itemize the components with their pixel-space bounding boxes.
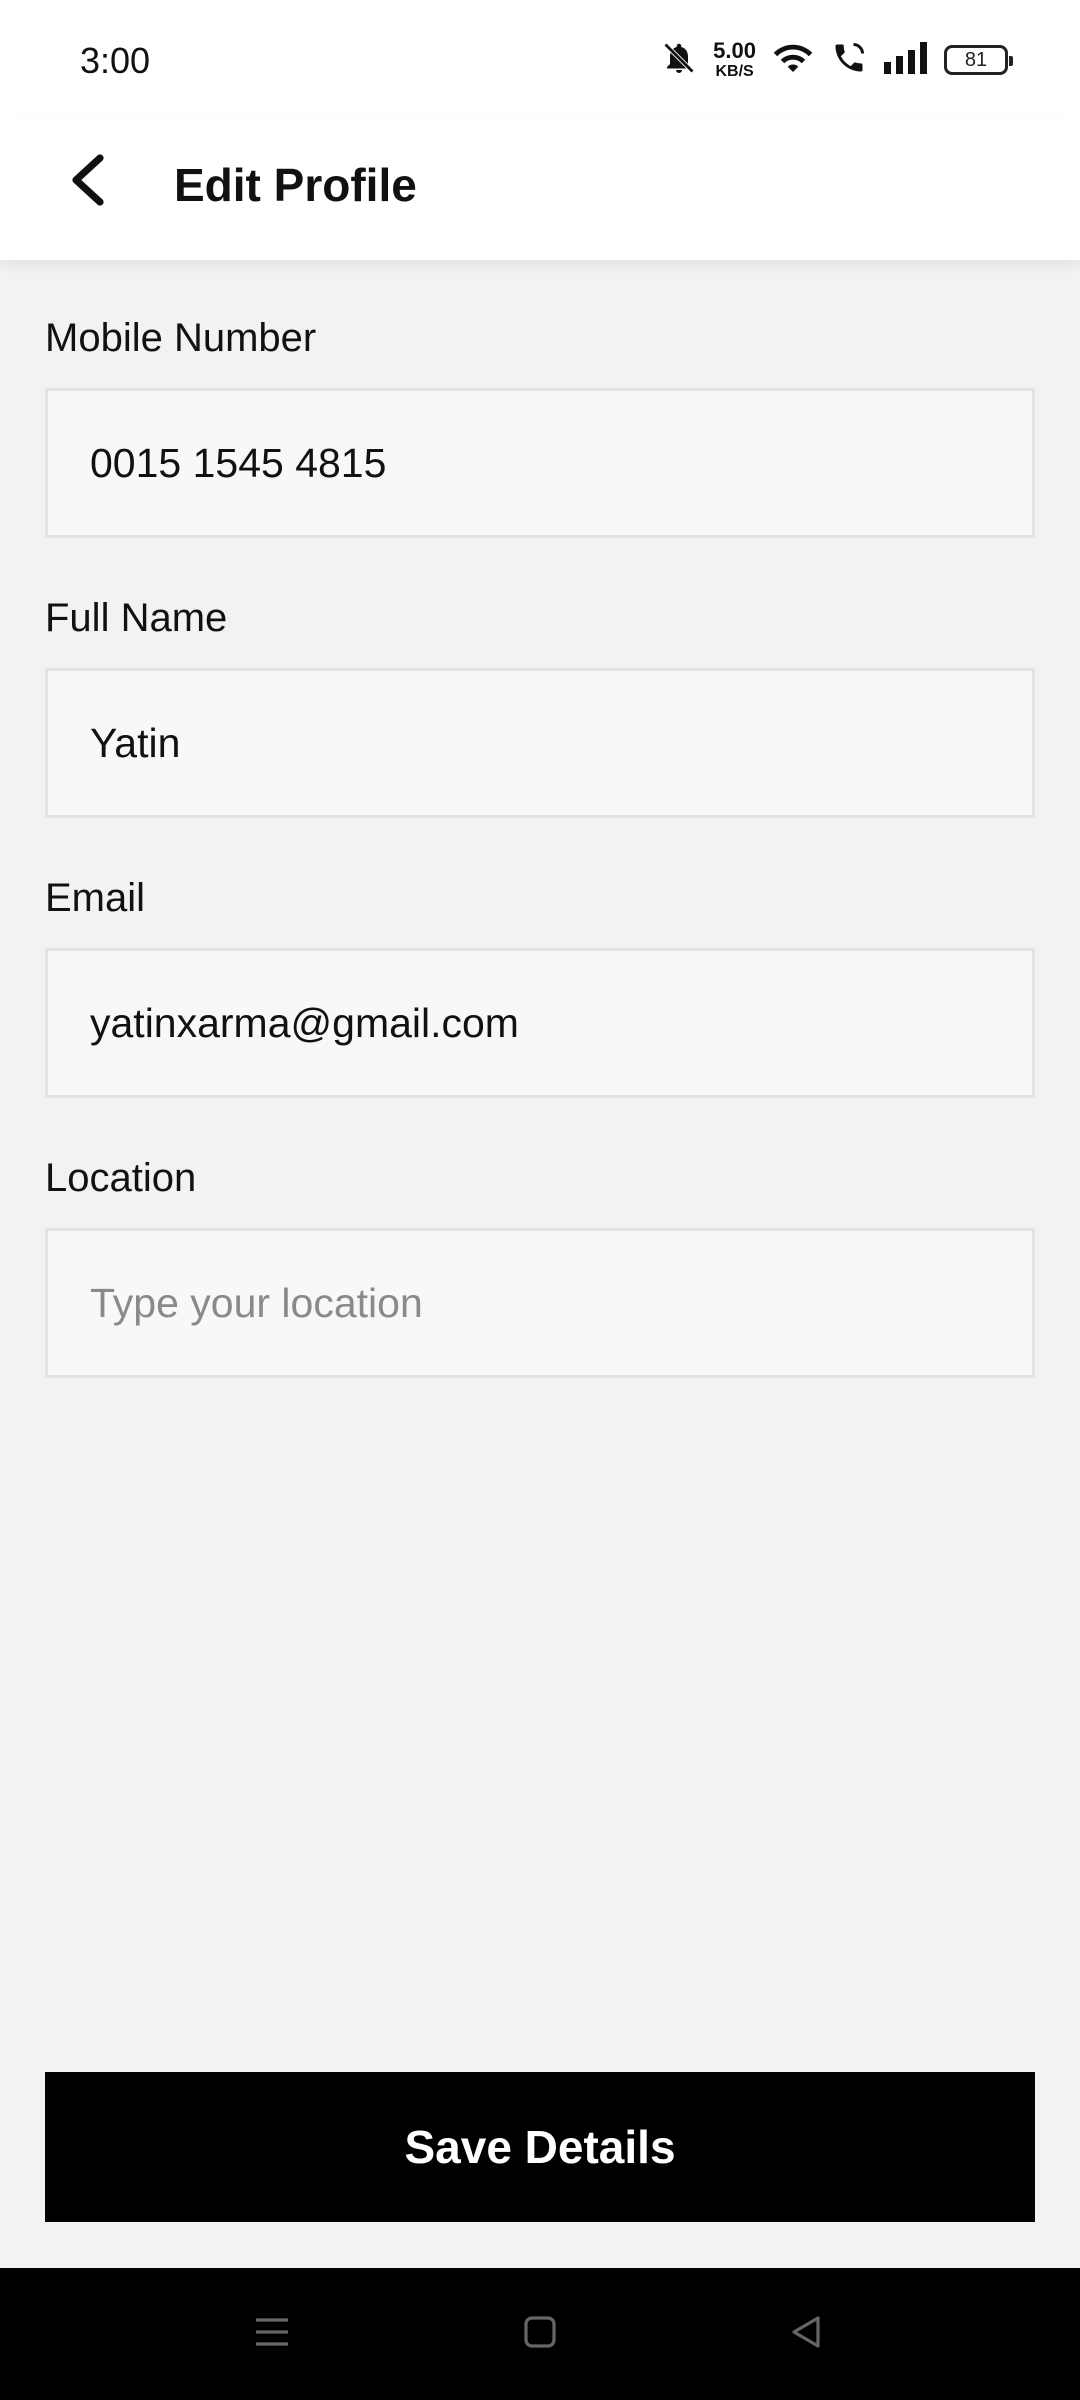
home-button[interactable] bbox=[510, 2308, 570, 2360]
location-field bbox=[45, 1228, 1035, 1378]
status-time: 3:00 bbox=[80, 40, 151, 81]
system-nav-bar bbox=[0, 2268, 1080, 2400]
full-name-group: Full Name bbox=[45, 590, 1035, 818]
network-speed-value: 5.00 bbox=[713, 38, 756, 63]
location-input[interactable] bbox=[90, 1279, 1032, 1327]
full-name-input[interactable] bbox=[90, 719, 1032, 767]
email-input[interactable] bbox=[90, 999, 1032, 1047]
mobile-number-label: Mobile Number bbox=[45, 316, 317, 360]
back-triangle-icon bbox=[786, 2312, 826, 2357]
mobile-number-group: Mobile Number bbox=[45, 310, 1035, 538]
status-icons: 5.00 KB/S 81 bbox=[661, 36, 1013, 84]
wifi-icon bbox=[772, 40, 814, 81]
wifi-call-icon bbox=[830, 40, 868, 81]
location-label: Location bbox=[45, 1156, 197, 1200]
network-speed: 5.00 KB/S bbox=[713, 40, 756, 80]
battery-level: 81 bbox=[964, 48, 988, 71]
bell-muted-icon bbox=[661, 40, 697, 81]
mobile-number-input[interactable] bbox=[90, 439, 1032, 487]
save-details-button[interactable]: Save Details bbox=[45, 2072, 1035, 2222]
email-field bbox=[45, 948, 1035, 1098]
system-back-button[interactable] bbox=[776, 2308, 836, 2360]
status-bar: 3:00 5.00 KB/S 81 bbox=[0, 0, 1080, 120]
network-speed-unit: KB/S bbox=[715, 63, 754, 80]
menu-icon bbox=[252, 2312, 292, 2357]
profile-form: Mobile Number Full Name Email Location bbox=[45, 310, 1035, 1430]
full-name-field bbox=[45, 668, 1035, 818]
full-name-label: Full Name bbox=[45, 596, 228, 640]
page-title: Edit Profile bbox=[174, 159, 417, 211]
mobile-number-field bbox=[45, 388, 1035, 538]
recent-apps-button[interactable] bbox=[242, 2308, 302, 2360]
signal-icon bbox=[884, 41, 928, 79]
email-label: Email bbox=[45, 876, 146, 920]
location-group: Location bbox=[45, 1150, 1035, 1378]
app-bar: Edit Profile bbox=[0, 120, 1080, 260]
email-group: Email bbox=[45, 870, 1035, 1098]
edit-profile-screen: 3:00 5.00 KB/S 81 Edit Profile Mobile Nu… bbox=[0, 0, 1080, 2400]
home-icon bbox=[520, 2312, 560, 2357]
battery-icon: 81 bbox=[944, 45, 1013, 75]
back-button[interactable] bbox=[56, 150, 120, 214]
chevron-left-icon bbox=[66, 152, 110, 213]
